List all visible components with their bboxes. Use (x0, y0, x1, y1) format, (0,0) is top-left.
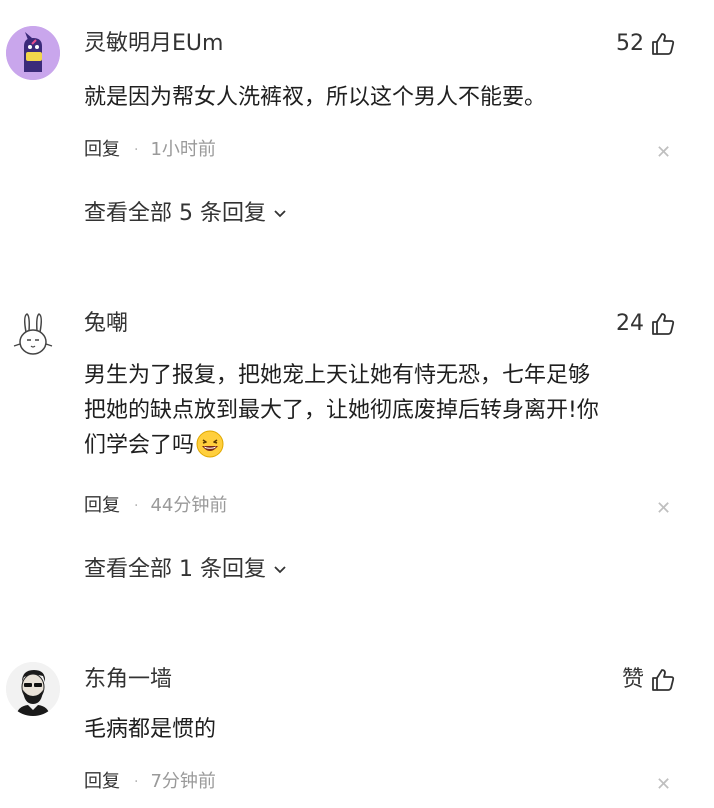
view-replies-label: 查看全部 5 条回复 (84, 201, 266, 226)
like-button[interactable]: 赞 (622, 666, 676, 694)
like-count: 24 (616, 311, 644, 336)
comment-text: 男生为了报复，把她宠上天让她有恃无恐，七年足够 把她的缺点放到最大了，让她彻底废… (84, 358, 694, 463)
view-replies-label: 查看全部 1 条回复 (84, 557, 266, 582)
comment-text: 就是因为帮女人洗裤衩，所以这个男人不能要。 (84, 85, 547, 110)
username[interactable]: 东角一墙 (84, 666, 172, 694)
chevron-down-icon (274, 566, 286, 574)
laughing-emoji-icon (196, 430, 224, 458)
thumbs-up-icon (652, 313, 675, 335)
close-icon[interactable]: ✕ (656, 776, 671, 794)
separator-dot: · (134, 142, 139, 158)
comment-text-line: 把她的缺点放到最大了，让她彻底废掉后转身离开!你 (84, 398, 599, 423)
user-avatar[interactable] (6, 662, 60, 716)
bearded-man-avatar-icon (6, 662, 60, 716)
comment-text: 毛病都是惯的 (84, 717, 217, 742)
timestamp: 44分钟前 (150, 495, 228, 516)
reply-button[interactable]: 回复 (84, 138, 120, 162)
view-all-replies-button[interactable]: 查看全部 5 条回复 (84, 200, 288, 228)
separator-dot: · (134, 774, 139, 790)
separator-dot: · (134, 498, 139, 514)
reply-button[interactable]: 回复 (84, 494, 120, 518)
like-label: 赞 (621, 667, 644, 692)
thumbs-up-icon (652, 33, 675, 55)
comment-2: 兔嘲 24 男生为了报复，把她宠上天让她有恃无恐，七年足够 把她的缺点放到最大了… (0, 280, 714, 610)
comment-text-line: 们学会了吗 (84, 428, 694, 463)
comment-1: 灵敏明月EUm 52 就是因为帮女人洗裤衩，所以这个男人不能要。 回复 · 1小… (0, 0, 714, 250)
purple-cartoon-avatar-icon (6, 26, 60, 80)
close-icon[interactable]: ✕ (656, 144, 671, 162)
username[interactable]: 兔嘲 (84, 310, 128, 338)
comment-meta: 回复 · 1小时前 (84, 138, 216, 162)
rabbit-sketch-avatar-icon (13, 313, 53, 355)
user-avatar[interactable] (6, 306, 60, 360)
timestamp: 7分钟前 (150, 771, 216, 792)
close-icon[interactable]: ✕ (656, 500, 671, 518)
view-all-replies-button[interactable]: 查看全部 1 条回复 (84, 556, 288, 584)
username[interactable]: 灵敏明月EUm (84, 30, 223, 58)
comment-meta: 回复 · 7分钟前 (84, 770, 216, 794)
chevron-down-icon (274, 210, 286, 218)
comment-3: 东角一墙 赞 毛病都是惯的 回复 · 7分钟前 ✕ (0, 636, 714, 808)
comment-text-line: 男生为了报复，把她宠上天让她有恃无恐，七年足够 (84, 363, 591, 388)
like-button[interactable]: 24 (616, 310, 676, 338)
user-avatar[interactable] (6, 26, 60, 80)
thumbs-up-icon (652, 669, 675, 691)
timestamp: 1小时前 (150, 139, 216, 160)
like-count: 52 (616, 31, 644, 56)
like-button[interactable]: 52 (616, 30, 676, 58)
comment-meta: 回复 · 44分钟前 (84, 494, 227, 518)
reply-button[interactable]: 回复 (84, 770, 120, 794)
